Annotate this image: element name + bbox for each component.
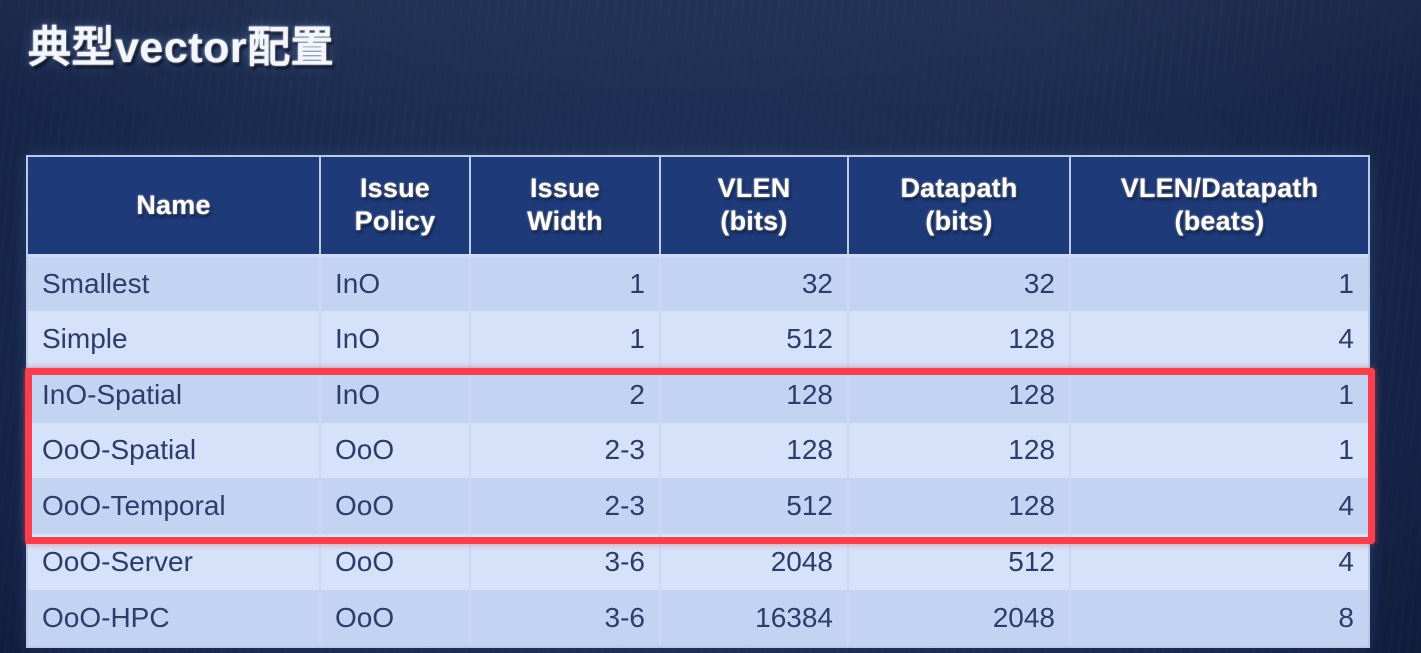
column-header-issue-policy-line2: Policy <box>354 206 436 237</box>
cell-width: 2-3 <box>470 478 661 535</box>
cell-name: OoO-Temporal <box>28 478 321 535</box>
table-row: Smallest InO 1 32 32 1 <box>28 255 1368 311</box>
cell-policy: OoO <box>320 590 471 646</box>
cell-policy: OoO <box>320 534 471 591</box>
column-header-datapath-line2: (bits) <box>925 206 993 237</box>
cell-datapath: 2048 <box>848 590 1071 646</box>
cell-datapath: 32 <box>848 255 1071 311</box>
cell-vlen: 16384 <box>660 590 849 646</box>
cell-name: OoO-Spatial <box>28 422 321 479</box>
cell-name: OoO-Server <box>28 534 321 591</box>
column-header-datapath: Datapath (bits) <box>848 157 1071 255</box>
cell-vlen: 32 <box>660 255 849 311</box>
column-header-issue-policy-line1: Issue <box>359 173 431 204</box>
cell-policy: InO <box>320 366 471 423</box>
table-row: InO-Spatial InO 2 128 128 1 <box>28 366 1368 423</box>
cell-ratio: 8 <box>1070 590 1368 646</box>
column-header-issue-width-line1: Issue <box>529 173 601 204</box>
cell-datapath: 128 <box>848 310 1071 367</box>
cell-datapath: 128 <box>848 366 1071 423</box>
cell-width: 1 <box>470 310 661 367</box>
column-header-vlen-datapath-line1: VLEN/Datapath <box>1120 173 1319 204</box>
cell-ratio: 4 <box>1070 310 1368 367</box>
column-header-datapath-line1: Datapath <box>900 173 1018 204</box>
vector-config-table: Name Issue Policy Issue Width VLEN (bits… <box>28 157 1368 646</box>
cell-policy: OoO <box>320 478 471 535</box>
table-row: Simple InO 1 512 128 4 <box>28 310 1368 367</box>
cell-width: 2-3 <box>470 422 661 479</box>
column-header-issue-width-line2: Width <box>527 206 603 237</box>
cell-datapath: 128 <box>848 478 1071 535</box>
cell-width: 3-6 <box>470 534 661 591</box>
column-header-name-label: Name <box>136 189 211 220</box>
cell-name: Smallest <box>28 255 321 311</box>
table-row: OoO-Server OoO 3-6 2048 512 4 <box>28 534 1368 591</box>
column-header-vlen: VLEN (bits) <box>660 157 849 255</box>
cell-policy: OoO <box>320 422 471 479</box>
column-header-name: Name <box>28 157 321 255</box>
vector-config-table-container: Name Issue Policy Issue Width VLEN (bits… <box>28 157 1368 646</box>
column-header-vlen-line2: (bits) <box>720 206 788 237</box>
cell-datapath: 128 <box>848 422 1071 479</box>
page-title: 典型vector配置 <box>28 24 335 72</box>
cell-width: 2 <box>470 366 661 423</box>
table-row: OoO-Spatial OoO 2-3 128 128 1 <box>28 422 1368 479</box>
cell-vlen: 128 <box>660 366 849 423</box>
table-row: OoO-Temporal OoO 2-3 512 128 4 <box>28 478 1368 535</box>
cell-ratio: 4 <box>1070 534 1368 591</box>
cell-width: 3-6 <box>470 590 661 646</box>
cell-datapath: 512 <box>848 534 1071 591</box>
cell-vlen: 512 <box>660 478 849 535</box>
cell-vlen: 128 <box>660 422 849 479</box>
cell-ratio: 4 <box>1070 478 1368 535</box>
cell-name: Simple <box>28 310 321 367</box>
cell-policy: InO <box>320 310 471 367</box>
cell-name: OoO-HPC <box>28 590 321 646</box>
cell-policy: InO <box>320 255 471 311</box>
cell-vlen: 512 <box>660 310 849 367</box>
column-header-vlen-datapath-line2: (beats) <box>1174 206 1265 237</box>
table-header: Name Issue Policy Issue Width VLEN (bits… <box>28 157 1368 255</box>
cell-vlen: 2048 <box>660 534 849 591</box>
cell-ratio: 1 <box>1070 422 1368 479</box>
table-header-row: Name Issue Policy Issue Width VLEN (bits… <box>28 157 1368 255</box>
cell-name: InO-Spatial <box>28 366 321 423</box>
cell-width: 1 <box>470 255 661 311</box>
column-header-issue-policy: Issue Policy <box>320 157 471 255</box>
column-header-issue-width: Issue Width <box>470 157 661 255</box>
table-body: Smallest InO 1 32 32 1 Simple InO 1 512 128 4 InO-Sp… <box>28 255 1368 646</box>
column-header-vlen-datapath: VLEN/Datapath (beats) <box>1070 157 1368 255</box>
slide-canvas: 典型vector配置 Name Issue Policy Issue Width… <box>0 0 1421 653</box>
cell-ratio: 1 <box>1070 255 1368 311</box>
cell-ratio: 1 <box>1070 366 1368 423</box>
table-row: OoO-HPC OoO 3-6 16384 2048 8 <box>28 590 1368 646</box>
column-header-vlen-line1: VLEN <box>717 173 791 204</box>
